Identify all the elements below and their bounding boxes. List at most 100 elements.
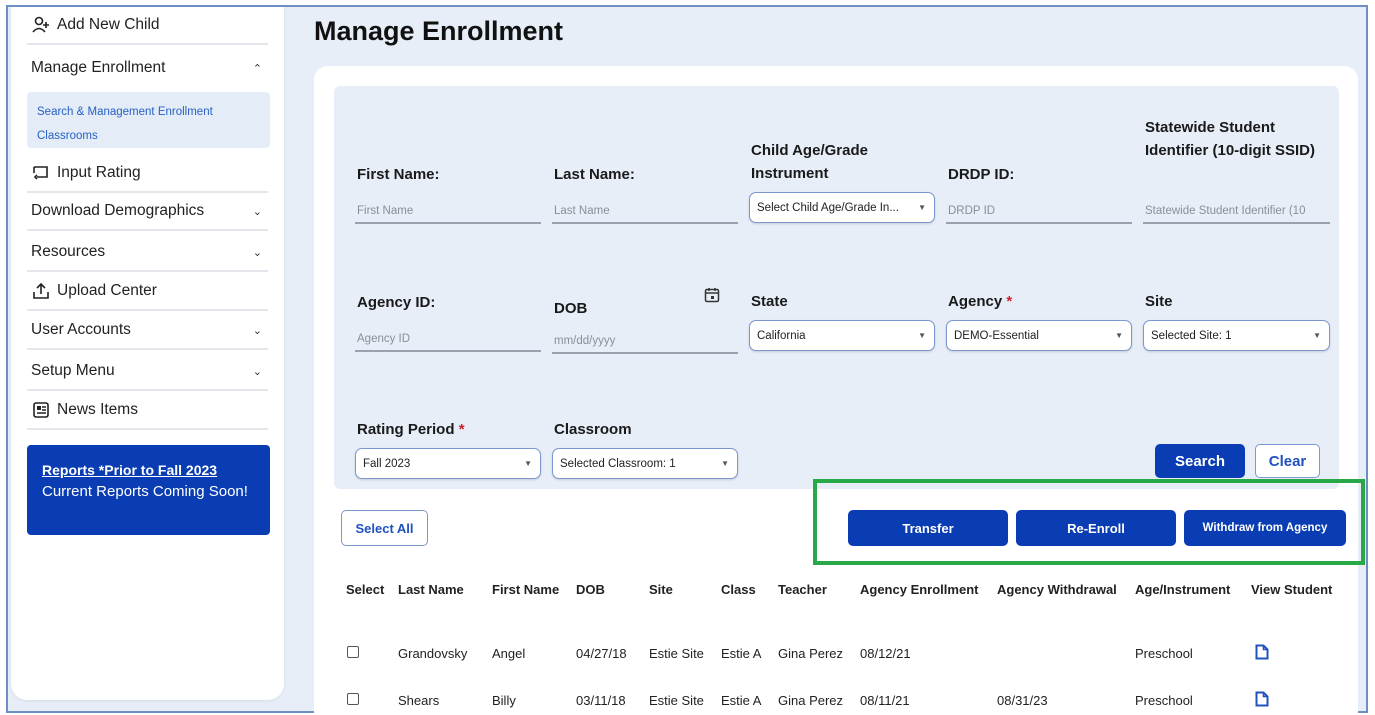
- agency-label: Agency *: [948, 290, 1012, 313]
- site-select[interactable]: Selected Site: 1 ▼: [1143, 320, 1330, 351]
- col-first-name[interactable]: First Name: [492, 582, 559, 597]
- col-teacher[interactable]: Teacher: [778, 582, 827, 597]
- nav-resources[interactable]: Resources ⌄: [27, 234, 268, 272]
- last-name-input[interactable]: [552, 200, 738, 224]
- nav-download-demographics-label: Download Demographics: [31, 202, 205, 219]
- cell-class: Estie A: [721, 646, 762, 661]
- view-student-icon[interactable]: [1255, 691, 1269, 707]
- agency-label-text: Agency: [948, 293, 1003, 310]
- sidebar: Add New Child Manage Enrollment ⌃ Search…: [11, 7, 284, 700]
- dob-label: DOB: [554, 300, 588, 317]
- nav-add-new-child[interactable]: Add New Child: [27, 7, 268, 45]
- nav-upload-center-label: Upload Center: [57, 282, 157, 299]
- add-person-icon: [32, 16, 49, 33]
- cell-enrollment: 08/12/21: [860, 646, 911, 661]
- agency-id-label: Agency ID:: [357, 294, 436, 311]
- cell-first-name: Billy: [492, 693, 516, 708]
- caret-down-icon: ▼: [524, 459, 532, 468]
- rating-period-select[interactable]: Fall 2023 ▼: [355, 448, 541, 479]
- col-dob[interactable]: DOB: [576, 582, 605, 597]
- manage-enrollment-submenu: Search & Management Enrollment Classroom…: [27, 92, 270, 148]
- caret-down-icon: ▼: [918, 203, 926, 212]
- col-view-student: View Student: [1251, 582, 1333, 597]
- nav-manage-enrollment[interactable]: Manage Enrollment ⌃: [27, 49, 268, 87]
- submenu-search-management[interactable]: Search & Management Enrollment: [37, 100, 260, 124]
- re-enroll-button[interactable]: Re-Enroll: [1016, 510, 1176, 546]
- child-age-value: Select Child Age/Grade In...: [757, 201, 899, 214]
- nav-input-rating[interactable]: Input Rating: [27, 155, 268, 193]
- classroom-value: Selected Classroom: 1: [560, 457, 676, 470]
- drdp-id-input[interactable]: [946, 200, 1132, 224]
- chevron-down-icon: ⌄: [252, 205, 262, 218]
- agency-select[interactable]: DEMO-Essential ▼: [946, 320, 1132, 351]
- site-label: Site: [1145, 293, 1173, 310]
- nav-manage-enrollment-label: Manage Enrollment: [31, 59, 166, 76]
- nav-setup-menu-label: Setup Menu: [31, 362, 115, 379]
- submenu-classrooms[interactable]: Classrooms: [37, 124, 260, 148]
- reports-notice: Reports *Prior to Fall 2023 Current Repo…: [27, 445, 270, 535]
- state-label: State: [751, 293, 788, 310]
- chevron-down-icon: ⌄: [252, 246, 262, 259]
- col-site[interactable]: Site: [649, 582, 673, 597]
- child-age-label: Child Age/Grade Instrument: [751, 142, 868, 182]
- calendar-icon[interactable]: [704, 287, 720, 303]
- reports-link[interactable]: Reports *Prior to Fall 2023: [42, 459, 255, 481]
- col-last-name[interactable]: Last Name: [398, 582, 464, 597]
- cell-site: Estie Site: [649, 693, 704, 708]
- nav-news-items[interactable]: News Items: [27, 392, 268, 430]
- nav-add-new-child-label: Add New Child: [57, 16, 160, 33]
- withdraw-button[interactable]: Withdraw from Agency: [1184, 510, 1346, 546]
- chevron-up-icon: ⌃: [252, 62, 262, 75]
- dob-input[interactable]: [552, 330, 738, 354]
- row-checkbox[interactable]: [347, 693, 359, 705]
- col-agency-enrollment[interactable]: Agency Enrollment: [860, 582, 978, 597]
- chevron-down-icon: ⌄: [252, 324, 262, 337]
- cell-class: Estie A: [721, 693, 762, 708]
- last-name-label: Last Name:: [554, 166, 635, 183]
- nav-resources-label: Resources: [31, 243, 106, 260]
- ssid-input[interactable]: [1143, 200, 1330, 224]
- rating-period-value: Fall 2023: [363, 457, 411, 470]
- cell-teacher: Gina Perez: [778, 693, 844, 708]
- rating-period-label-text: Rating Period: [357, 421, 455, 438]
- first-name-label: First Name:: [357, 166, 440, 183]
- agency-id-input[interactable]: [355, 328, 541, 352]
- transfer-button[interactable]: Transfer: [848, 510, 1008, 546]
- search-button[interactable]: Search: [1155, 444, 1245, 478]
- cell-age-instrument: Preschool: [1135, 693, 1193, 708]
- clear-button[interactable]: Clear: [1255, 444, 1320, 478]
- drdp-id-label: DRDP ID:: [948, 166, 1015, 183]
- page-title: Manage Enrollment: [314, 16, 564, 46]
- nav-input-rating-label: Input Rating: [57, 164, 141, 181]
- col-agency-withdrawal[interactable]: Agency Withdrawal: [997, 582, 1117, 597]
- col-class[interactable]: Class: [721, 582, 756, 597]
- select-all-button[interactable]: Select All: [341, 510, 428, 546]
- nav-download-demographics[interactable]: Download Demographics ⌄: [27, 193, 268, 231]
- row-checkbox[interactable]: [347, 646, 359, 658]
- view-student-icon[interactable]: [1255, 644, 1269, 660]
- nav-news-items-label: News Items: [57, 401, 138, 418]
- ssid-label: Statewide Student Identifier (10-digit S…: [1145, 119, 1316, 159]
- nav-user-accounts-label: User Accounts: [31, 321, 131, 338]
- first-name-input[interactable]: [355, 200, 541, 224]
- child-age-select[interactable]: Select Child Age/Grade In... ▼: [749, 192, 935, 223]
- cell-age-instrument: Preschool: [1135, 646, 1193, 661]
- cell-last-name: Shears: [398, 693, 440, 708]
- cell-dob: 03/11/18: [576, 693, 626, 708]
- state-value: California: [757, 329, 806, 342]
- caret-down-icon: ▼: [1115, 331, 1123, 340]
- col-age-instrument[interactable]: Age/Instrument: [1135, 582, 1230, 597]
- col-select: Select: [346, 582, 385, 597]
- cell-teacher: Gina Perez: [778, 646, 844, 661]
- classroom-select[interactable]: Selected Classroom: 1 ▼: [552, 448, 738, 479]
- cell-last-name: Grandovsky: [398, 646, 468, 661]
- cell-withdrawal: 08/31/23: [997, 693, 1048, 708]
- classroom-label: Classroom: [554, 421, 632, 438]
- state-select[interactable]: California ▼: [749, 320, 935, 351]
- cell-site: Estie Site: [649, 646, 704, 661]
- nav-user-accounts[interactable]: User Accounts ⌄: [27, 312, 268, 350]
- required-mark: *: [1006, 293, 1013, 310]
- newspaper-icon: [33, 402, 49, 418]
- nav-upload-center[interactable]: Upload Center: [27, 273, 268, 311]
- nav-setup-menu[interactable]: Setup Menu ⌄: [27, 353, 268, 391]
